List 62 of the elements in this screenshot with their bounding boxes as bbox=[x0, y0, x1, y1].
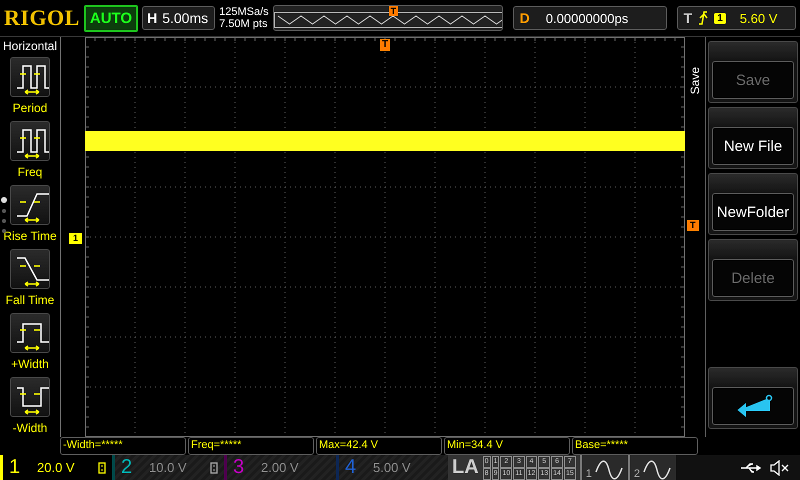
channel-scale: 10.0 V bbox=[149, 460, 188, 475]
measure-button[interactable] bbox=[10, 121, 50, 161]
channel-tab[interactable]: 3 2.00 V bbox=[224, 455, 336, 480]
usb-icon bbox=[740, 462, 762, 474]
measurement-readout: Max=42.4 V bbox=[316, 437, 442, 455]
channel-scale: 20.0 V bbox=[37, 460, 76, 475]
trigger-level: 5.60 V bbox=[740, 10, 778, 26]
trigger-label: T bbox=[684, 10, 692, 26]
generator-number: 1 bbox=[586, 468, 592, 480]
measurement-readout: Freq=***** bbox=[188, 437, 314, 455]
memory-depth: 7.50M pts bbox=[219, 18, 268, 30]
channel-scale: 2.00 V bbox=[261, 460, 300, 475]
measure-button[interactable] bbox=[10, 249, 50, 289]
delay-value: 0.00000000ps bbox=[546, 10, 628, 26]
measure-label: -Width bbox=[12, 420, 48, 437]
channel-number: 4 bbox=[345, 456, 358, 479]
softkey-button[interactable]: NewFolder bbox=[712, 193, 794, 231]
brand-logo: RIGOL bbox=[4, 5, 80, 31]
measure-label: Rise Time bbox=[3, 228, 57, 245]
channel-tab[interactable]: 2 10.0 V bbox=[112, 455, 224, 480]
delay-panel[interactable]: D 0.00000000ps bbox=[512, 6, 667, 30]
menu-title: Save bbox=[688, 67, 702, 94]
channel-number: 1 bbox=[9, 456, 22, 479]
measurement-readout: Min=34.4 V bbox=[444, 437, 570, 455]
measure-button[interactable] bbox=[10, 185, 50, 225]
sample-rate: 125MSa/s bbox=[219, 6, 269, 18]
back-button[interactable] bbox=[712, 387, 794, 425]
measure-label: Fall Time bbox=[6, 292, 54, 309]
menu-title: Horizontal bbox=[2, 38, 58, 55]
rising-edge-icon bbox=[698, 11, 708, 25]
channel-number: 3 bbox=[233, 456, 246, 479]
measurement-readout: -Width=***** bbox=[60, 437, 186, 455]
muted-speaker-icon bbox=[770, 460, 790, 476]
generator-tab[interactable]: 2 bbox=[628, 455, 676, 480]
generator-tab[interactable]: 1 bbox=[580, 455, 628, 480]
channel-tab[interactable]: 4 5.00 V bbox=[336, 455, 448, 480]
trigger-level-marker[interactable]: T bbox=[687, 220, 698, 231]
trigger-source: 1 bbox=[714, 12, 726, 24]
timebase-label: H bbox=[147, 10, 158, 26]
measure-label: Freq bbox=[18, 164, 42, 181]
channel-number: 2 bbox=[121, 456, 134, 479]
measure-button[interactable] bbox=[10, 313, 50, 353]
channel-tab[interactable]: 1 20.0 V bbox=[0, 455, 112, 480]
trigger-position-marker[interactable]: T bbox=[380, 39, 390, 51]
trigger-panel[interactable]: T 1 5.60 V bbox=[676, 6, 796, 30]
channel-scale: 5.00 V bbox=[373, 460, 412, 475]
measure-label: +Width bbox=[11, 356, 49, 373]
sine-wave-icon bbox=[594, 460, 624, 480]
softkey-button[interactable]: New File bbox=[712, 127, 794, 165]
la-label: LA bbox=[452, 456, 479, 479]
generator-number: 2 bbox=[634, 468, 640, 480]
sine-wave-icon bbox=[642, 460, 672, 480]
timebase-value: 5.00ms bbox=[162, 10, 208, 26]
measure-button[interactable] bbox=[10, 57, 50, 97]
timebase-panel[interactable]: H 5.00ms bbox=[142, 6, 216, 30]
measure-label: Period bbox=[12, 100, 48, 117]
measurement-readout: Base=***** bbox=[572, 437, 698, 455]
measure-button[interactable] bbox=[10, 377, 50, 417]
channel-marker: 1 bbox=[69, 233, 82, 244]
trigger-marker: T bbox=[388, 6, 398, 16]
run-status-badge[interactable]: AUTO bbox=[84, 4, 138, 32]
delay-label: D bbox=[520, 10, 530, 26]
